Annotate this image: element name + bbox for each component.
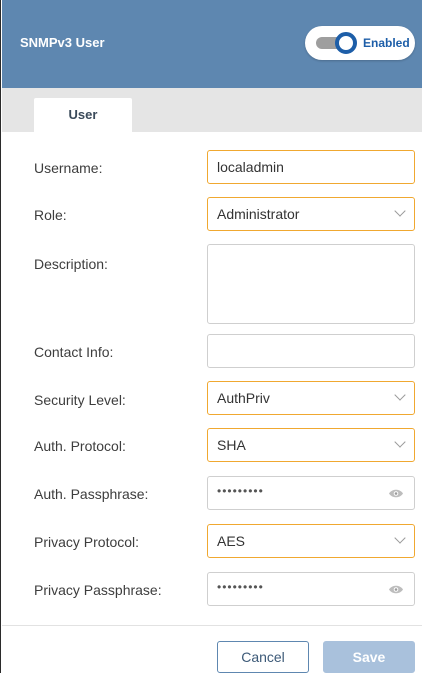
toggle-knob [335,32,357,54]
username-field[interactable]: localadmin [207,150,415,184]
auth-protocol-value: SHA [217,437,246,453]
toggle-label: Enabled [363,36,410,50]
auth-passphrase-value: ••••••••• [217,484,264,498]
footer-divider [2,625,422,626]
cancel-button[interactable]: Cancel [217,641,309,673]
eye-icon[interactable] [388,488,404,499]
tab-user[interactable]: User [34,98,132,132]
security-level-label: Security Level: [34,392,126,408]
enabled-toggle[interactable]: Enabled [305,26,415,60]
auth-passphrase-field[interactable]: ••••••••• [207,476,415,510]
security-level-select[interactable]: AuthPriv [207,381,415,415]
privacy-protocol-label: Privacy Protocol: [34,534,140,550]
eye-icon[interactable] [388,584,404,595]
chevron-down-icon [394,389,406,401]
tab-bar: User [2,88,422,132]
panel-title: SNMPv3 User [20,35,105,50]
save-button[interactable]: Save [323,641,415,673]
username-value: localadmin [217,159,284,175]
security-level-value: AuthPriv [217,390,270,406]
contact-info-label: Contact Info: [34,344,114,360]
role-select[interactable]: Administrator [207,197,415,231]
privacy-protocol-select[interactable]: AES [207,524,415,558]
privacy-passphrase-value: ••••••••• [217,580,264,594]
chevron-down-icon [394,205,406,217]
role-label: Role: [34,207,67,223]
snmpv3-user-panel: SNMPv3 User Enabled User Username: local… [0,0,422,673]
auth-passphrase-label: Auth. Passphrase: [34,486,149,502]
description-textarea[interactable] [207,244,415,324]
chevron-down-icon [394,436,406,448]
chevron-down-icon [394,532,406,544]
privacy-passphrase-label: Privacy Passphrase: [34,582,162,598]
username-label: Username: [34,160,103,176]
role-value: Administrator [217,206,300,222]
privacy-protocol-value: AES [217,533,246,549]
contact-info-field[interactable] [207,334,415,368]
description-label: Description: [34,256,108,272]
auth-protocol-label: Auth. Protocol: [34,438,126,454]
privacy-passphrase-field[interactable]: ••••••••• [207,572,415,606]
panel-header: SNMPv3 User Enabled [2,0,422,88]
auth-protocol-select[interactable]: SHA [207,428,415,462]
